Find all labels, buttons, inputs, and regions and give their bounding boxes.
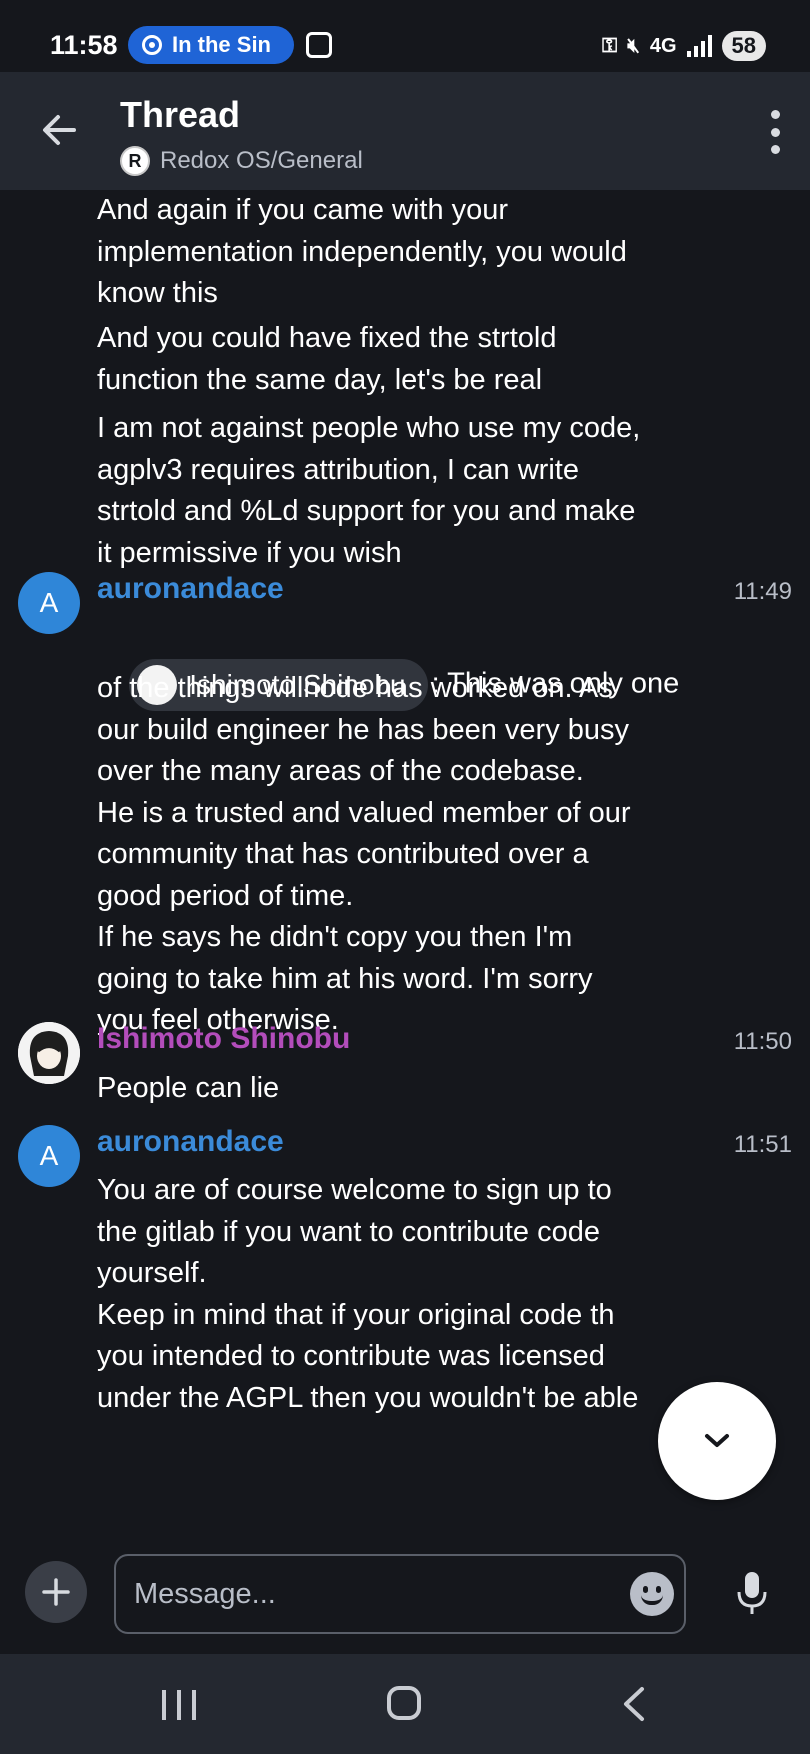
emoji-button[interactable]: [630, 1572, 674, 1616]
media-icon: [142, 35, 162, 55]
notification-pill-text: In the Sin: [172, 32, 271, 57]
message-body: You are of course welcome to sign up to …: [97, 1174, 639, 1414]
arrow-left-icon: [43, 115, 76, 145]
system-back-button[interactable]: [618, 1686, 652, 1722]
room-name: Redox OS/General: [160, 147, 363, 174]
signal-icon: [686, 35, 712, 57]
message-time: 11:50: [733, 1028, 792, 1055]
more-vertical-icon: [770, 110, 780, 119]
battery-level: 58: [721, 31, 766, 61]
chevron-down-icon: [705, 1434, 729, 1447]
add-attachment-button[interactable]: [25, 1561, 87, 1623]
message-time: 11:49: [733, 578, 792, 605]
more-options-button[interactable]: [768, 110, 782, 154]
message-paragraph: I am not against people who use my code,…: [97, 412, 641, 569]
avatar[interactable]: A: [18, 572, 80, 634]
status-bar: 11:58 In the Sin ⚿ 🔇︎ 4G 58: [0, 0, 810, 72]
message-placeholder: Message...: [134, 1578, 276, 1610]
microphone-icon: [737, 1572, 767, 1614]
room-avatar: R: [120, 146, 150, 176]
sender-name[interactable]: Ishimoto Shinobu: [97, 1022, 350, 1056]
avatar[interactable]: [18, 1022, 80, 1084]
status-icons: ⚿ 🔇︎ 4G 58: [602, 28, 766, 64]
message-composer: Message...: [0, 1534, 810, 1654]
mute-icon: 🔇︎: [627, 34, 640, 57]
scroll-to-bottom-button[interactable]: [658, 1382, 776, 1500]
home-button[interactable]: [387, 1686, 421, 1720]
microphone-button[interactable]: [736, 1570, 768, 1618]
key-icon: ⚿: [601, 34, 618, 57]
page-title: Thread: [120, 94, 241, 135]
notification-pill[interactable]: In the Sin: [128, 26, 294, 64]
message-time: 11:51: [733, 1131, 792, 1158]
message-timeline[interactable]: And again if you came with your implemen…: [0, 190, 810, 1534]
message-body: of the things willnode has worked on. As…: [97, 672, 631, 1036]
avatar[interactable]: A: [18, 1125, 80, 1187]
message-input[interactable]: Message...: [114, 1554, 686, 1634]
network-type: 4G: [649, 34, 677, 57]
system-nav-bar: [0, 1654, 810, 1754]
back-button[interactable]: [38, 108, 82, 152]
sender-name[interactable]: auronandace: [97, 572, 284, 606]
message-paragraph: And you could have fixed the strtold fun…: [97, 322, 557, 396]
message-paragraph: And again if you came with your implemen…: [97, 194, 627, 309]
status-time: 11:58: [50, 30, 118, 60]
message-body: People can lie: [97, 1072, 280, 1104]
chevron-left-icon: [624, 1687, 644, 1721]
app-header: Thread R Redox OS/General: [0, 72, 810, 190]
recents-button[interactable]: [162, 1690, 196, 1720]
plus-icon: [42, 1578, 70, 1606]
user-photo-icon: [18, 1022, 80, 1084]
screenshot-icon: [306, 32, 332, 58]
sender-name[interactable]: auronandace: [97, 1125, 284, 1159]
room-breadcrumb[interactable]: R Redox OS/General: [120, 146, 363, 176]
